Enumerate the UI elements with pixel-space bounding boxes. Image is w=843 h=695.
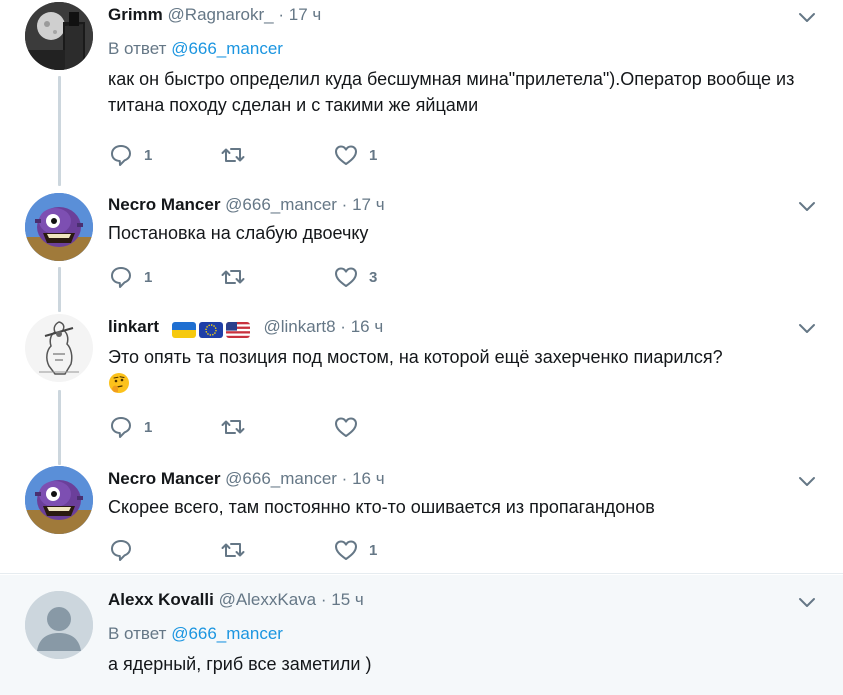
tweet-text: Скорее всего, там постоянно кто-то ошива… xyxy=(108,497,655,517)
author-name[interactable]: linkart xyxy=(108,317,159,336)
tweet[interactable]: Grimm @Ragnarokr_ · 17 ч В ответ @666_ma… xyxy=(0,0,843,186)
author-handle[interactable]: @Ragnarokr_ xyxy=(168,5,274,24)
heart-icon xyxy=(335,145,357,165)
reply-context: В ответ @666_mancer xyxy=(108,38,813,60)
separator-dot: · xyxy=(278,5,285,24)
reply-context: В ответ @666_mancer xyxy=(108,623,813,645)
retweet-button[interactable] xyxy=(220,537,256,563)
tweet-text: Постановка на слабую двоечку xyxy=(108,223,369,243)
thread-line xyxy=(58,390,61,465)
separator-dot: · xyxy=(340,317,346,336)
tweet-text: Это опять та позиция под мостом, на кото… xyxy=(108,344,813,394)
reply-count: 1 xyxy=(144,418,153,436)
timestamp[interactable]: 15 ч xyxy=(331,590,364,609)
reply-icon xyxy=(111,417,131,438)
chevron-down-icon[interactable] xyxy=(797,472,817,492)
tweet-text-body: Это опять та позиция под мостом, на кото… xyxy=(108,347,723,367)
like-count: 1 xyxy=(369,146,378,164)
author-handle[interactable]: @linkart8 xyxy=(264,317,336,336)
author-name[interactable]: Necro Mancer xyxy=(108,195,220,214)
tweet[interactable]: Necro Mancer @666_mancer · 16 ч Скорее в… xyxy=(0,460,843,574)
eu-flag-icon xyxy=(198,321,223,338)
necro-mancer-avatar-image xyxy=(25,466,93,534)
chevron-down-icon[interactable] xyxy=(797,197,817,217)
retweet-icon xyxy=(221,420,245,434)
reply-button[interactable]: 1 xyxy=(108,142,152,168)
heart-icon xyxy=(335,267,357,287)
chevron-down-icon[interactable] xyxy=(797,593,817,613)
retweet-icon xyxy=(221,270,245,284)
author-name[interactable]: Necro Mancer xyxy=(108,469,220,488)
heart-icon xyxy=(335,540,357,560)
chevron-down-icon[interactable] xyxy=(797,319,817,339)
usa-flag-icon xyxy=(225,321,250,338)
timestamp[interactable]: 17 ч xyxy=(289,5,322,24)
thread-line xyxy=(58,76,61,186)
tweet[interactable]: linkart @linkart8 · 16 ч Это опять та по… xyxy=(0,310,843,465)
timestamp[interactable]: 16 ч xyxy=(352,469,385,488)
like-count: 1 xyxy=(369,541,378,559)
like-count: 3 xyxy=(369,268,378,286)
retweet-icon xyxy=(221,148,245,162)
heart-icon xyxy=(335,417,357,437)
author-handle[interactable]: @666_mancer xyxy=(225,469,337,488)
avatar[interactable] xyxy=(25,193,93,261)
author-name[interactable]: Grimm xyxy=(108,5,163,24)
separator-dot: · xyxy=(341,469,348,488)
retweet-button[interactable] xyxy=(220,142,256,168)
thinking-face-icon xyxy=(108,372,130,394)
grimm-avatar-image xyxy=(25,2,93,70)
reply-button[interactable]: 1 xyxy=(108,264,152,290)
retweet-button[interactable] xyxy=(220,414,256,440)
author-handle[interactable]: @AlexxKava xyxy=(219,590,317,609)
reply-icon xyxy=(111,267,131,288)
reply-icon xyxy=(111,145,131,166)
reply-label: В ответ xyxy=(108,39,167,58)
reply-mention-link[interactable]: @666_mancer xyxy=(171,39,283,58)
default-avatar-icon xyxy=(25,591,93,659)
reply-count: 1 xyxy=(144,146,153,164)
separator-dot: · xyxy=(320,590,327,609)
chevron-down-icon[interactable] xyxy=(797,8,817,28)
linkart-avatar-image xyxy=(25,314,93,382)
ukraine-flag-icon xyxy=(171,321,196,338)
retweet-button[interactable] xyxy=(220,264,256,290)
reply-mention-link[interactable]: @666_mancer xyxy=(171,624,283,643)
reply-icon xyxy=(111,540,131,561)
profile-flags xyxy=(171,318,253,340)
avatar[interactable] xyxy=(25,2,93,70)
reply-count: 1 xyxy=(144,268,153,286)
necro-mancer-avatar-image xyxy=(25,193,93,261)
reply-label: В ответ xyxy=(108,624,167,643)
like-button[interactable] xyxy=(333,414,369,440)
tweet-text: как он быстро определил куда бесшумная м… xyxy=(108,69,795,115)
reply-button[interactable]: 1 xyxy=(108,414,152,440)
reply-button[interactable] xyxy=(108,537,144,563)
like-button[interactable]: 3 xyxy=(333,264,377,290)
tweet[interactable]: Alexx Kovalli @AlexxKava · 15 ч В ответ … xyxy=(0,575,843,695)
avatar[interactable] xyxy=(25,591,93,659)
like-button[interactable]: 1 xyxy=(333,142,377,168)
avatar[interactable] xyxy=(25,466,93,534)
thread-line xyxy=(58,267,61,312)
avatar[interactable] xyxy=(25,314,93,382)
tweet-text: а ядерный, гриб все заметили ) xyxy=(108,654,372,674)
retweet-icon xyxy=(221,543,245,557)
like-button[interactable]: 1 xyxy=(333,537,377,563)
timestamp[interactable]: 17 ч xyxy=(352,195,385,214)
timestamp[interactable]: 16 ч xyxy=(351,317,384,336)
separator-dot: · xyxy=(341,195,348,214)
tweet[interactable]: Necro Mancer @666_mancer · 17 ч Постанов… xyxy=(0,185,843,312)
author-handle[interactable]: @666_mancer xyxy=(225,195,337,214)
author-name[interactable]: Alexx Kovalli xyxy=(108,590,214,609)
